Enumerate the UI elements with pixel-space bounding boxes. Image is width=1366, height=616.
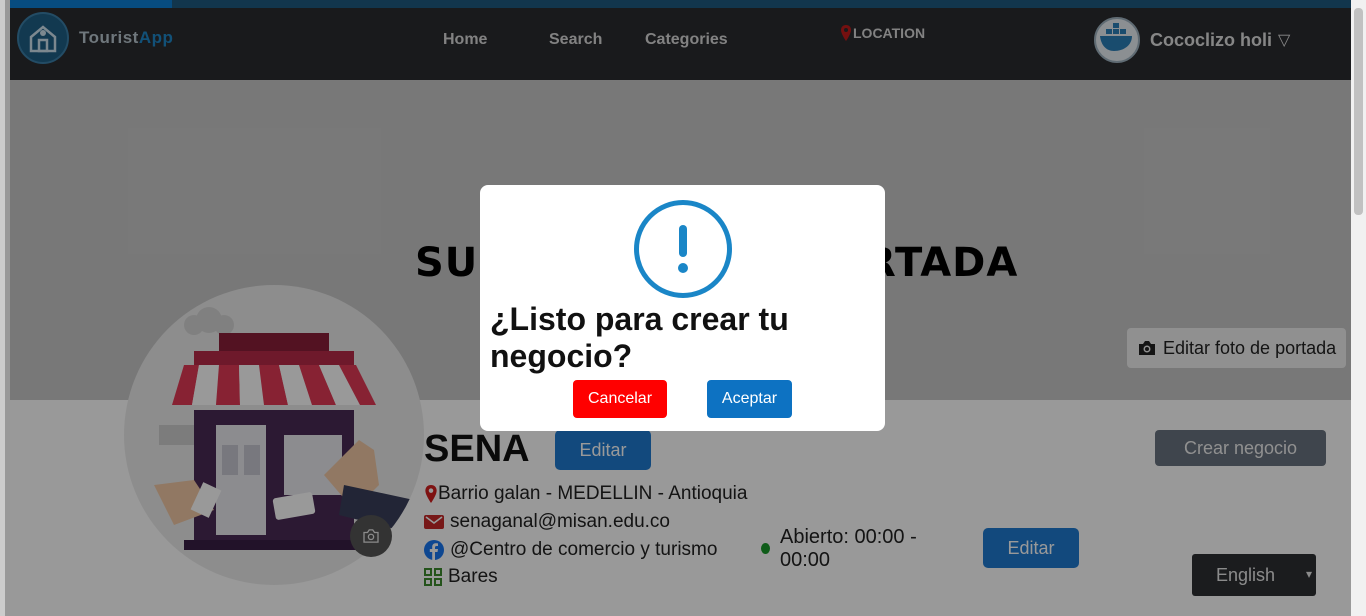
confirm-dialog: ¿Listo para crear tu negocio? Cancelar A… xyxy=(480,185,885,431)
dialog-title: ¿Listo para crear tu negocio? xyxy=(490,301,789,374)
scrollbar-thumb[interactable] xyxy=(1354,8,1363,215)
cancel-button[interactable]: Cancelar xyxy=(573,380,667,418)
accept-button[interactable]: Aceptar xyxy=(707,380,792,418)
warning-icon xyxy=(634,200,732,298)
page-scrollbar[interactable] xyxy=(1351,0,1366,616)
